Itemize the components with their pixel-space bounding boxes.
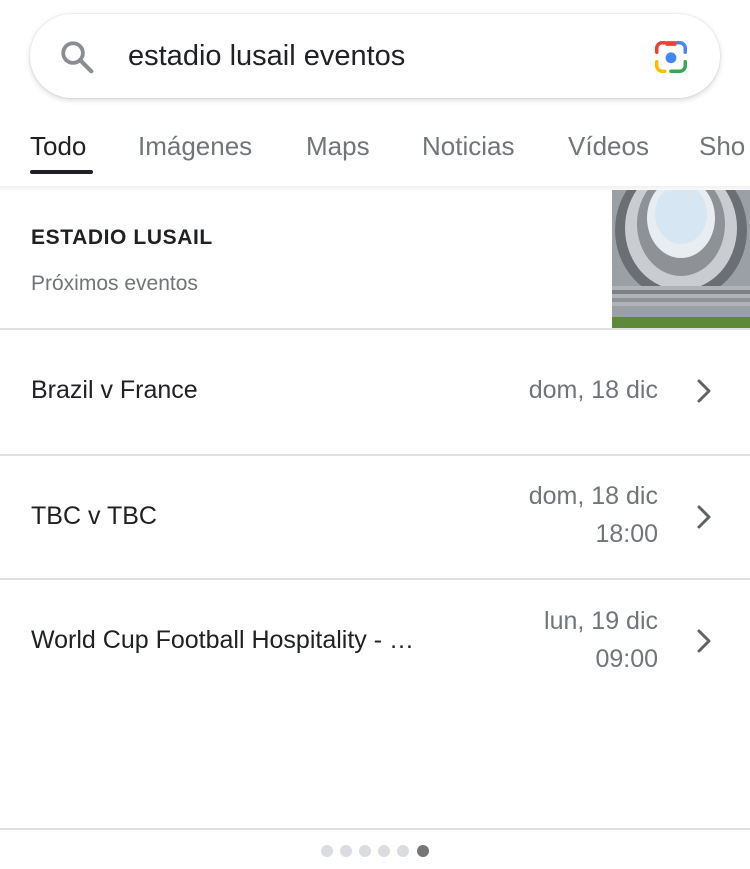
page-dot[interactable] <box>321 845 333 857</box>
chevron-right-icon <box>697 379 711 403</box>
page-dot[interactable] <box>397 845 409 857</box>
page-dot[interactable] <box>340 845 352 857</box>
chevron-right-icon <box>697 505 711 529</box>
event-date: dom, 18 dic <box>528 482 658 510</box>
search-icon[interactable] <box>58 38 96 76</box>
event-time: 18:00 <box>595 520 658 548</box>
tab-maps[interactable]: Maps <box>306 130 370 162</box>
chevron-right-icon <box>697 629 711 653</box>
event-date: lun, 19 dic <box>544 607 658 635</box>
event-name: TBC v TBC <box>31 502 157 530</box>
tab-shopping[interactable]: Sho <box>699 130 745 162</box>
stadium-image[interactable] <box>612 190 750 329</box>
venue-header[interactable]: ESTADIO LUSAIL Próximos eventos <box>0 190 750 329</box>
tab-todo[interactable]: Todo <box>30 130 86 162</box>
active-tab-indicator <box>30 170 93 174</box>
page-dot[interactable] <box>378 845 390 857</box>
event-name: World Cup Football Hospitality - … <box>31 626 415 654</box>
search-input[interactable]: estadio lusail eventos <box>128 38 405 74</box>
venue-subtitle: Próximos eventos <box>31 272 198 295</box>
venue-title: ESTADIO LUSAIL <box>31 226 213 249</box>
event-date: dom, 18 dic <box>528 376 658 404</box>
event-time: 09:00 <box>595 645 658 673</box>
tab-noticias[interactable]: Noticias <box>422 130 514 162</box>
search-tabs: Todo Imágenes Maps Noticias Vídeos Sho <box>0 118 750 190</box>
divider <box>0 828 750 830</box>
tab-imagenes[interactable]: Imágenes <box>138 130 252 162</box>
event-name: Brazil v France <box>31 376 198 404</box>
search-bar[interactable]: estadio lusail eventos <box>30 14 720 98</box>
tab-videos[interactable]: Vídeos <box>568 130 649 162</box>
page-dot[interactable] <box>359 845 371 857</box>
event-row[interactable]: TBC v TBC dom, 18 dic 18:00 <box>0 456 750 580</box>
google-lens-icon[interactable] <box>652 38 690 76</box>
page-dot-active[interactable] <box>417 845 429 857</box>
event-row[interactable]: Brazil v France dom, 18 dic <box>0 330 750 454</box>
event-row[interactable]: World Cup Football Hospitality - … lun, … <box>0 580 750 704</box>
